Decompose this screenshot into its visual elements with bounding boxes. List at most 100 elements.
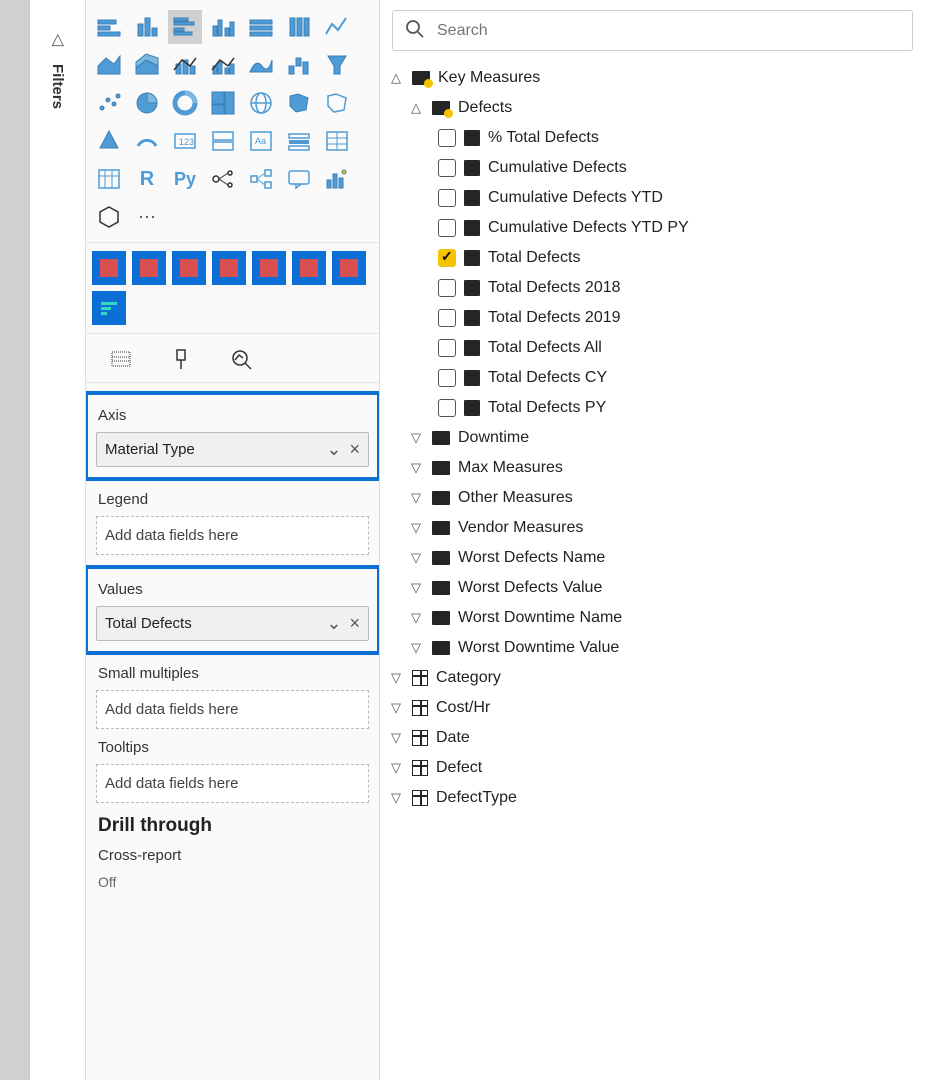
tree-table-row[interactable]: Cost/Hr: [380, 693, 925, 723]
custom-viz-7[interactable]: [332, 251, 366, 285]
close-icon[interactable]: [349, 616, 360, 632]
viz-waterfall[interactable]: [282, 48, 316, 82]
tree-key-measures[interactable]: Key Measures: [380, 63, 925, 93]
viz-funnel[interactable]: [320, 48, 354, 82]
tree-folder-row[interactable]: Worst Downtime Value: [380, 633, 925, 663]
small-multiples-placeholder[interactable]: Add data fields here: [96, 690, 369, 729]
tree-measure-row[interactable]: Total Defects: [380, 243, 925, 273]
tree-measure-row[interactable]: Total Defects PY: [380, 393, 925, 423]
checkbox[interactable]: [438, 309, 456, 327]
tree-defects[interactable]: Defects: [380, 93, 925, 123]
tree-folder-row[interactable]: Downtime: [380, 423, 925, 453]
tree-table-row[interactable]: Date: [380, 723, 925, 753]
custom-viz-5[interactable]: [252, 251, 286, 285]
chevron-down-icon[interactable]: [326, 442, 341, 458]
viz-stacked-bar[interactable]: [92, 10, 126, 44]
custom-viz-8[interactable]: [92, 291, 126, 325]
viz-slicer[interactable]: [282, 124, 316, 158]
axis-field-pill[interactable]: Material Type: [96, 432, 369, 467]
viz-shape-map[interactable]: [320, 86, 354, 120]
tree-measure-row[interactable]: Cumulative Defects YTD PY: [380, 213, 925, 243]
viz-scatter[interactable]: [92, 86, 126, 120]
tree-folder-row[interactable]: Worst Downtime Name: [380, 603, 925, 633]
tree-table-row[interactable]: DefectType: [380, 783, 925, 813]
checkbox[interactable]: [438, 159, 456, 177]
checkbox[interactable]: [438, 249, 456, 267]
viz-filled-map[interactable]: [282, 86, 316, 120]
viz-stacked-column[interactable]: [130, 10, 164, 44]
viz-smart-narrative[interactable]: [320, 162, 354, 196]
tree-folder-row[interactable]: Vendor Measures: [380, 513, 925, 543]
checkbox[interactable]: [438, 339, 456, 357]
tree-folder-row[interactable]: Worst Defects Value: [380, 573, 925, 603]
tree-table-row[interactable]: Category: [380, 663, 925, 693]
tree-measure-row[interactable]: Cumulative Defects: [380, 153, 925, 183]
viz-area[interactable]: [92, 48, 126, 82]
viz-python[interactable]: Py: [168, 162, 202, 196]
viz-line-clustered-column[interactable]: [206, 48, 240, 82]
values-field-pill[interactable]: Total Defects: [96, 606, 369, 641]
checkbox[interactable]: [438, 279, 456, 297]
search-input[interactable]: [437, 22, 900, 40]
checkbox[interactable]: [438, 399, 456, 417]
tree-measure-row[interactable]: Total Defects 2019: [380, 303, 925, 333]
viz-azure-map[interactable]: [92, 124, 126, 158]
checkbox[interactable]: [438, 369, 456, 387]
viz-matrix[interactable]: [92, 162, 126, 196]
tree-folder-row[interactable]: Worst Defects Name: [380, 543, 925, 573]
viz-more[interactable]: ⋯: [130, 200, 164, 234]
tree-folder-row[interactable]: Other Measures: [380, 483, 925, 513]
fields-tab[interactable]: [106, 344, 136, 374]
viz-r[interactable]: R: [130, 162, 164, 196]
viz-key-influencers[interactable]: [206, 162, 240, 196]
checkbox[interactable]: [438, 189, 456, 207]
tree-measure-row[interactable]: Cumulative Defects YTD: [380, 183, 925, 213]
tree-measure-row[interactable]: Total Defects CY: [380, 363, 925, 393]
viz-treemap[interactable]: [206, 86, 240, 120]
custom-viz-1[interactable]: [92, 251, 126, 285]
viz-ribbon[interactable]: [244, 48, 278, 82]
custom-viz-4[interactable]: [212, 251, 246, 285]
filters-label[interactable]: Filters: [49, 64, 66, 109]
tree-folder-row[interactable]: Max Measures: [380, 453, 925, 483]
measure-icon: [464, 250, 480, 266]
viz-map[interactable]: [244, 86, 278, 120]
viz-line[interactable]: [320, 10, 354, 44]
table-icon: [412, 760, 428, 776]
viz-stacked-area[interactable]: [130, 48, 164, 82]
viz-clustered-bar[interactable]: [168, 10, 202, 44]
search-box[interactable]: [392, 10, 913, 51]
custom-viz-2[interactable]: [132, 251, 166, 285]
viz-table[interactable]: [320, 124, 354, 158]
viz-pie[interactable]: [130, 86, 164, 120]
close-icon[interactable]: [349, 442, 360, 458]
viz-card[interactable]: 123: [168, 124, 202, 158]
chevron-down-icon[interactable]: [326, 616, 341, 632]
tree-measure-row[interactable]: % Total Defects: [380, 123, 925, 153]
checkbox[interactable]: [438, 219, 456, 237]
viz-decomposition-tree[interactable]: [244, 162, 278, 196]
custom-viz-3[interactable]: [172, 251, 206, 285]
custom-viz-6[interactable]: [292, 251, 326, 285]
viz-gauge[interactable]: [130, 124, 164, 158]
legend-placeholder[interactable]: Add data fields here: [96, 516, 369, 555]
tooltips-placeholder[interactable]: Add data fields here: [96, 764, 369, 803]
viz-paginated-report[interactable]: [92, 200, 126, 234]
format-tab[interactable]: [166, 344, 196, 374]
collapse-icon[interactable]: ▷: [48, 34, 68, 46]
tree-measure-row[interactable]: Total Defects 2018: [380, 273, 925, 303]
viz-qa[interactable]: [282, 162, 316, 196]
folder-icon: [432, 521, 450, 535]
viz-100-stacked-column[interactable]: [282, 10, 316, 44]
measure-label: Total Defects 2019: [488, 309, 621, 327]
viz-100-stacked-bar[interactable]: [244, 10, 278, 44]
checkbox[interactable]: [438, 129, 456, 147]
tree-measure-row[interactable]: Total Defects All: [380, 333, 925, 363]
viz-line-stacked-column[interactable]: [168, 48, 202, 82]
viz-kpi[interactable]: Aa: [244, 124, 278, 158]
viz-multi-row-card[interactable]: [206, 124, 240, 158]
viz-clustered-column[interactable]: [206, 10, 240, 44]
tree-table-row[interactable]: Defect: [380, 753, 925, 783]
analytics-tab[interactable]: [226, 344, 256, 374]
viz-donut[interactable]: [168, 86, 202, 120]
